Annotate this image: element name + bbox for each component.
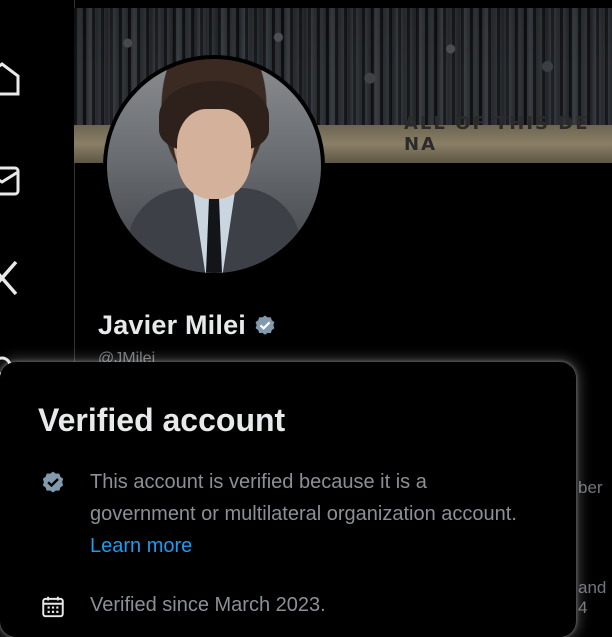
avatar-face — [177, 109, 251, 199]
card-title: Verified account — [38, 402, 286, 438]
background-text-fragment: ber — [578, 478, 603, 497]
verified-description-text: This account is verified because it is a… — [90, 471, 517, 525]
calendar-icon — [42, 596, 64, 618]
verified-badge-icon — [42, 471, 64, 493]
verified-account-card: Verified account This account is verifie… — [0, 362, 576, 637]
profile-name: Javier Milei — [98, 310, 246, 340]
verified-since: Verified since March 2023. — [90, 594, 326, 616]
verified-reason-row: This account is verified because it is a… — [40, 466, 530, 562]
x-logo-icon[interactable] — [0, 258, 22, 298]
profile-avatar[interactable] — [103, 55, 325, 277]
profile-name-row: Javier Milei — [98, 310, 277, 341]
verified-since-row: Verified since March 2023. — [40, 590, 530, 620]
home-icon[interactable] — [0, 58, 22, 98]
verified-badge-icon[interactable] — [253, 314, 277, 338]
background-text-fragment: and 4 — [578, 578, 607, 617]
verified-description: This account is verified because it is a… — [90, 466, 530, 562]
learn-more-link[interactable]: Learn more — [90, 535, 192, 557]
mail-icon[interactable] — [0, 160, 22, 200]
banner-graffiti: ALL OF THIS DE NA — [404, 113, 590, 155]
